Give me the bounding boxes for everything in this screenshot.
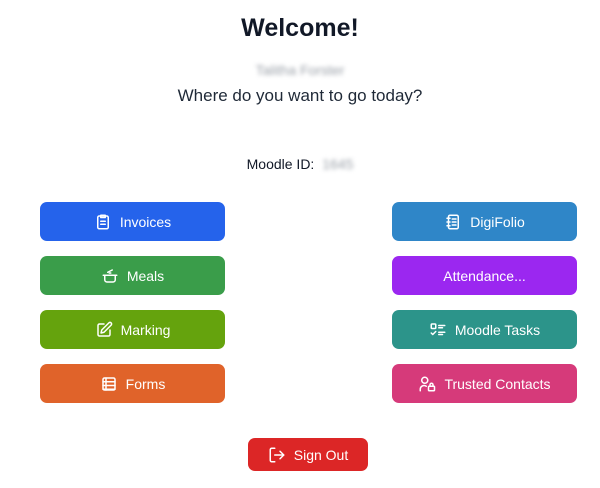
user-lock-icon xyxy=(419,376,436,391)
attendance-label: Attendance... xyxy=(443,267,526,284)
marking-button[interactable]: Marking xyxy=(40,310,225,349)
clipboard-list-icon xyxy=(96,214,109,229)
edit-square-icon xyxy=(96,321,112,337)
task-list-icon xyxy=(430,322,446,335)
moodle-tasks-label: Moodle Tasks xyxy=(454,321,541,338)
page-title: Welcome! xyxy=(241,14,359,42)
moodle-tasks-button[interactable]: Moodle Tasks xyxy=(392,310,577,349)
page-subtitle: Where do you want to go today? xyxy=(177,86,423,105)
trusted-contacts-button[interactable]: Trusted Contacts xyxy=(392,364,577,403)
meals-button[interactable]: Meals xyxy=(40,256,225,295)
notebook-icon xyxy=(446,214,460,229)
moodle-id: Moodle ID: 1645 xyxy=(0,156,600,172)
user-name: Talitha Forster xyxy=(0,62,600,78)
invoices-label: Invoices xyxy=(119,213,172,230)
attendance-button[interactable]: Attendance... xyxy=(392,256,577,295)
user-name-text: Talitha Forster xyxy=(255,62,345,78)
invoices-button[interactable]: Invoices xyxy=(40,202,225,241)
sign-out-button[interactable]: Sign Out xyxy=(248,438,368,471)
forms-button[interactable]: Forms xyxy=(40,364,225,403)
moodle-id-label: Moodle ID: xyxy=(246,156,315,172)
digifolio-label: DigiFolio xyxy=(470,213,525,230)
list-table-icon xyxy=(101,376,116,391)
sign-out-icon xyxy=(269,447,285,462)
trusted-contacts-label: Trusted Contacts xyxy=(444,375,551,392)
sign-out-label: Sign Out xyxy=(293,446,349,463)
moodle-id-value: 1645 xyxy=(322,156,354,172)
digifolio-button[interactable]: DigiFolio xyxy=(392,202,577,241)
cooking-pot-icon xyxy=(102,268,118,283)
meals-label: Meals xyxy=(126,267,165,284)
forms-label: Forms xyxy=(125,375,166,392)
marking-label: Marking xyxy=(120,321,171,338)
